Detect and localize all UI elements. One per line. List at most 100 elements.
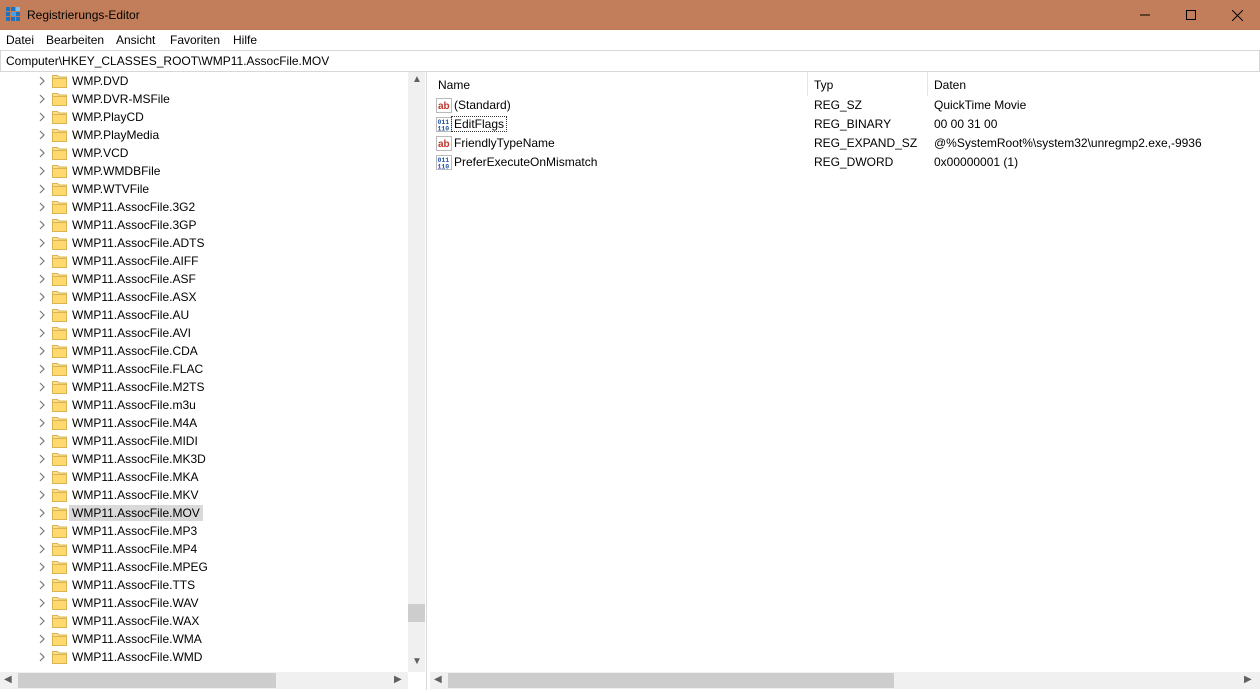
chevron-right-icon[interactable] (37, 328, 47, 338)
tree-node[interactable]: WMP11.AssocFile.MP3 (0, 522, 408, 540)
scroll-left-arrow-icon[interactable]: ◀ (434, 674, 442, 685)
tree-node[interactable]: WMP11.AssocFile.TTS (0, 576, 408, 594)
scroll-up-arrow-icon[interactable]: ▲ (412, 74, 422, 85)
tree-node[interactable]: WMP11.AssocFile.WMA (0, 630, 408, 648)
chevron-right-icon[interactable] (37, 130, 47, 140)
tree-node[interactable]: WMP11.AssocFile.MOV (0, 504, 408, 522)
tree-node[interactable]: WMP11.AssocFile.MK3D (0, 450, 408, 468)
chevron-right-icon[interactable] (37, 256, 47, 266)
menu-favoriten[interactable]: Favoriten (170, 33, 220, 47)
chevron-right-icon[interactable] (37, 310, 47, 320)
column-divider[interactable] (927, 72, 928, 96)
chevron-right-icon[interactable] (37, 274, 47, 284)
chevron-right-icon[interactable] (37, 238, 47, 248)
tree-horizontal-scrollbar[interactable]: ◀ ▶ (0, 672, 408, 689)
column-header-type[interactable]: Typ (814, 78, 833, 92)
tree-node[interactable]: WMP.WMDBFile (0, 162, 408, 180)
values-horizontal-scroll-thumb[interactable] (448, 673, 894, 688)
value-data: 00 00 31 00 (934, 117, 998, 131)
tree-node[interactable]: WMP11.AssocFile.MKV (0, 486, 408, 504)
chevron-right-icon[interactable] (37, 418, 47, 428)
chevron-right-icon[interactable] (37, 346, 47, 356)
chevron-right-icon[interactable] (37, 454, 47, 464)
column-header-data[interactable]: Daten (934, 78, 966, 92)
chevron-right-icon[interactable] (37, 526, 47, 536)
tree-node[interactable]: WMP11.AssocFile.WAX (0, 612, 408, 630)
tree-vertical-scroll-thumb[interactable] (408, 604, 425, 622)
tree-node[interactable]: WMP.VCD (0, 144, 408, 162)
menu-hilfe[interactable]: Hilfe (233, 33, 257, 47)
value-row[interactable]: ab FriendlyTypeName REG_EXPAND_SZ @%SystemR… (430, 134, 1260, 153)
tree-node[interactable]: WMP11.AssocFile.M2TS (0, 378, 408, 396)
chevron-right-icon[interactable] (37, 382, 47, 392)
tree-node[interactable]: WMP11.AssocFile.CDA (0, 342, 408, 360)
tree-node-label: WMP11.AssocFile.TTS (72, 578, 196, 592)
chevron-right-icon[interactable] (37, 490, 47, 500)
value-row[interactable]: 011 110 EditFlags REG_BINARY 00 00 31 00 (430, 115, 1260, 134)
value-row[interactable]: 011 110 PreferExecuteOnMismatch REG_DWORD 0x… (430, 153, 1260, 172)
chevron-right-icon[interactable] (37, 508, 47, 518)
column-divider[interactable] (807, 72, 808, 96)
tree-node-label: WMP11.AssocFile.WAX (72, 614, 200, 628)
tree-node[interactable]: WMP.WTVFile (0, 180, 408, 198)
value-row[interactable]: ab (Standard) REG_SZ QuickTime Movie (430, 96, 1260, 115)
tree-node[interactable]: WMP11.AssocFile.ASF (0, 270, 408, 288)
tree-node[interactable]: WMP11.AssocFile.3GP (0, 216, 408, 234)
maximize-button[interactable] (1168, 0, 1214, 30)
tree-node[interactable]: WMP11.AssocFile.MPEG (0, 558, 408, 576)
chevron-right-icon[interactable] (37, 472, 47, 482)
chevron-right-icon[interactable] (37, 292, 47, 302)
close-button[interactable] (1214, 0, 1260, 30)
chevron-right-icon[interactable] (37, 112, 47, 122)
tree-node[interactable]: WMP11.AssocFile.MIDI (0, 432, 408, 450)
tree-node[interactable]: WMP.DVD (0, 72, 408, 90)
tree-node[interactable]: WMP11.AssocFile.ASX (0, 288, 408, 306)
chevron-right-icon[interactable] (37, 76, 47, 86)
tree-node[interactable]: WMP11.AssocFile.M4A (0, 414, 408, 432)
chevron-right-icon[interactable] (37, 598, 47, 608)
tree-node[interactable]: WMP.DVR-MSFile (0, 90, 408, 108)
title-bar: Registrierungs-Editor (0, 0, 1260, 30)
chevron-right-icon[interactable] (37, 436, 47, 446)
chevron-right-icon[interactable] (37, 202, 47, 212)
chevron-right-icon[interactable] (37, 562, 47, 572)
tree-node[interactable]: WMP11.AssocFile.m3u (0, 396, 408, 414)
menu-ansicht[interactable]: Ansicht (116, 33, 155, 47)
chevron-right-icon[interactable] (37, 166, 47, 176)
tree-node[interactable]: WMP11.AssocFile.3G2 (0, 198, 408, 216)
chevron-right-icon[interactable] (37, 94, 47, 104)
tree-node[interactable]: WMP11.AssocFile.MP4 (0, 540, 408, 558)
chevron-right-icon[interactable] (37, 364, 47, 374)
tree-node[interactable]: WMP11.AssocFile.FLAC (0, 360, 408, 378)
tree-node[interactable]: WMP11.AssocFile.AVI (0, 324, 408, 342)
minimize-button[interactable] (1122, 0, 1168, 30)
chevron-right-icon[interactable] (37, 148, 47, 158)
chevron-right-icon[interactable] (37, 634, 47, 644)
chevron-right-icon[interactable] (37, 580, 47, 590)
chevron-right-icon[interactable] (37, 544, 47, 554)
scroll-right-arrow-icon[interactable]: ▶ (1244, 674, 1252, 685)
column-header-name[interactable]: Name (438, 78, 470, 92)
menu-bearbeiten[interactable]: Bearbeiten (46, 33, 104, 47)
tree-node[interactable]: WMP11.AssocFile.WMD (0, 648, 408, 666)
menu-datei[interactable]: Datei (6, 33, 34, 47)
scroll-right-arrow-icon[interactable]: ▶ (394, 674, 402, 685)
chevron-right-icon[interactable] (37, 616, 47, 626)
tree-node[interactable]: WMP11.AssocFile.AU (0, 306, 408, 324)
chevron-right-icon[interactable] (37, 652, 47, 662)
chevron-right-icon[interactable] (37, 400, 47, 410)
tree-vertical-scrollbar[interactable]: ▲ ▼ (408, 72, 425, 672)
tree-node[interactable]: WMP11.AssocFile.WAV (0, 594, 408, 612)
address-bar[interactable]: Computer\HKEY_CLASSES_ROOT\WMP11.AssocFi… (0, 50, 1260, 72)
tree-node[interactable]: WMP11.AssocFile.AIFF (0, 252, 408, 270)
scroll-down-arrow-icon[interactable]: ▼ (412, 656, 422, 667)
tree-node[interactable]: WMP11.AssocFile.ADTS (0, 234, 408, 252)
tree-node[interactable]: WMP.PlayMedia (0, 126, 408, 144)
tree-node[interactable]: WMP11.AssocFile.MKA (0, 468, 408, 486)
chevron-right-icon[interactable] (37, 184, 47, 194)
chevron-right-icon[interactable] (37, 220, 47, 230)
tree-horizontal-scroll-thumb[interactable] (18, 673, 276, 688)
tree-node[interactable]: WMP.PlayCD (0, 108, 408, 126)
values-horizontal-scrollbar[interactable]: ◀ ▶ (430, 672, 1260, 689)
scroll-left-arrow-icon[interactable]: ◀ (4, 674, 12, 685)
